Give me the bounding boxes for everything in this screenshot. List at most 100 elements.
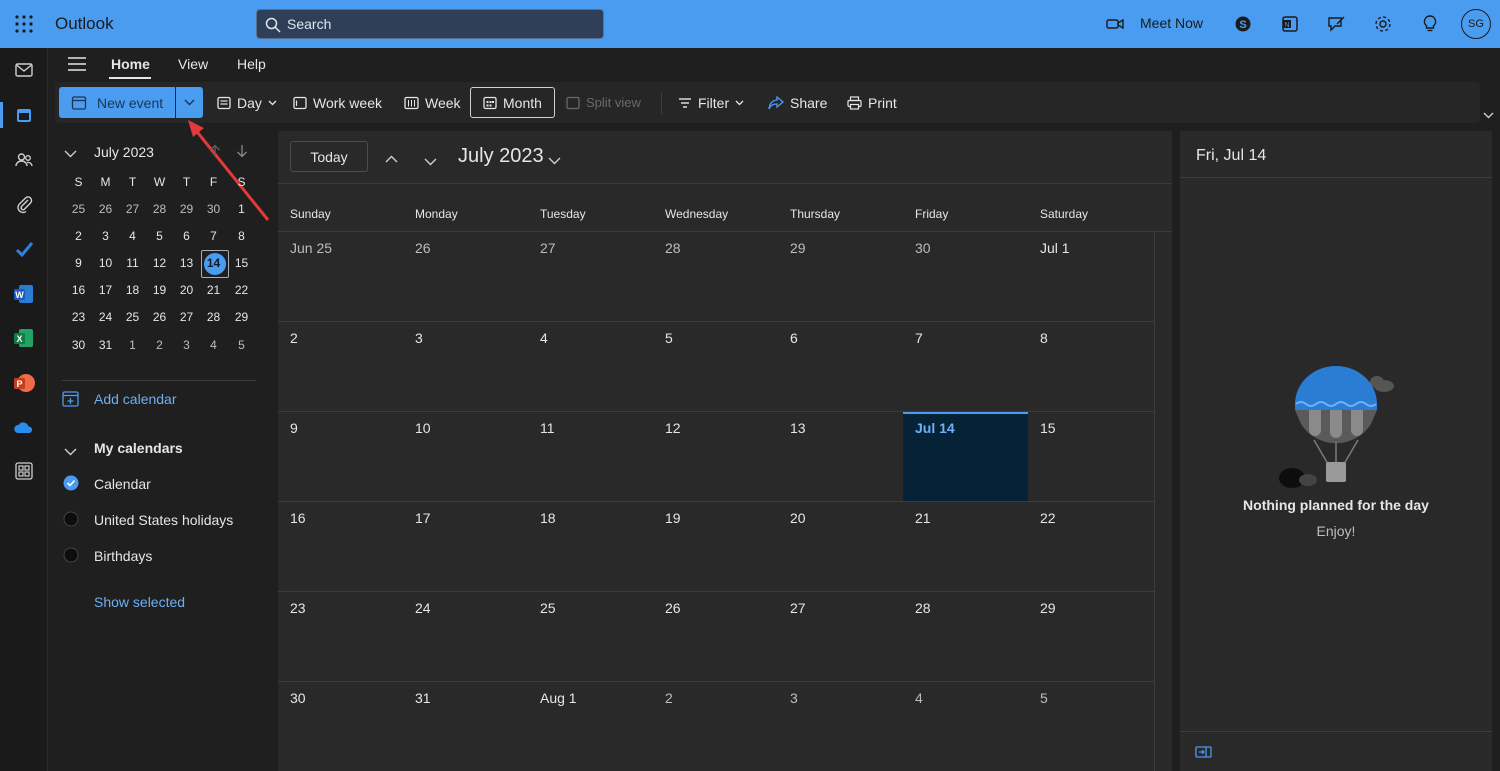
month-title[interactable]: July 2023 xyxy=(458,145,544,168)
mini-calendar-day[interactable]: 25 xyxy=(65,196,92,223)
add-calendar-icon[interactable] xyxy=(62,390,79,412)
add-calendar-link[interactable]: Add calendar xyxy=(94,391,177,407)
mini-calendar-day[interactable]: 29 xyxy=(173,196,200,223)
calendar-unchecked-icon[interactable] xyxy=(63,511,79,532)
mini-calendar-day[interactable]: 10 xyxy=(92,250,119,277)
avatar[interactable]: SG xyxy=(1461,9,1491,39)
day-cell-number[interactable]: Jun 25 xyxy=(290,240,332,256)
mini-calendar-day[interactable]: 2 xyxy=(146,332,173,359)
mini-calendar-day[interactable]: 1 xyxy=(119,332,146,359)
day-cell-number[interactable]: 29 xyxy=(1040,600,1056,616)
day-cell-number[interactable]: 28 xyxy=(915,600,931,616)
mini-calendar-day[interactable]: 4 xyxy=(119,223,146,250)
mini-calendar-day[interactable]: 30 xyxy=(200,196,227,223)
day-cell-number[interactable]: 5 xyxy=(1040,690,1048,706)
day-cell-number[interactable]: 20 xyxy=(790,510,806,526)
meet-now-button[interactable]: Meet Now xyxy=(1140,15,1203,31)
mini-calendar-day[interactable]: 27 xyxy=(173,304,200,331)
next-month-icon[interactable] xyxy=(424,153,437,171)
mini-calendar-day[interactable]: 25 xyxy=(119,304,146,331)
calendar-item-us-holidays[interactable]: United States holidays xyxy=(94,512,233,528)
app-launcher-icon[interactable] xyxy=(14,14,34,34)
day-cell-number[interactable]: 23 xyxy=(290,600,306,616)
day-cell-number[interactable]: 3 xyxy=(790,690,798,706)
mini-calendar-day[interactable]: 4 xyxy=(200,332,227,359)
show-selected-link[interactable]: Show selected xyxy=(94,594,185,610)
work-week-view-button[interactable]: Work week xyxy=(293,95,382,111)
tab-view[interactable]: View xyxy=(178,56,208,72)
day-cell-number[interactable]: 26 xyxy=(665,600,681,616)
more-apps-icon[interactable] xyxy=(12,459,36,483)
mini-calendar-day[interactable]: 3 xyxy=(92,223,119,250)
mini-calendar-day[interactable]: 26 xyxy=(146,304,173,331)
day-cell-number[interactable]: Jul 1 xyxy=(1040,240,1070,256)
day-cell-number[interactable]: 2 xyxy=(665,690,673,706)
feedback-icon[interactable] xyxy=(1326,14,1346,34)
mini-calendar-day[interactable]: 14 xyxy=(200,250,227,277)
powerpoint-icon[interactable]: P xyxy=(12,371,36,395)
mini-calendar-day[interactable]: 5 xyxy=(228,332,255,359)
mini-calendar-day[interactable]: 19 xyxy=(146,277,173,304)
mini-calendar-day[interactable]: 28 xyxy=(146,196,173,223)
new-event-button[interactable]: New event xyxy=(59,87,175,118)
mini-calendar-day[interactable]: 29 xyxy=(228,304,255,331)
onenote-icon[interactable]: N xyxy=(1280,14,1300,34)
split-view-button[interactable]: Split view xyxy=(566,95,641,110)
lightbulb-icon[interactable] xyxy=(1420,14,1440,34)
day-cell-number[interactable]: 10 xyxy=(415,420,431,436)
mini-calendar-day[interactable]: 18 xyxy=(119,277,146,304)
people-icon[interactable] xyxy=(12,148,36,172)
day-cell-number[interactable]: 22 xyxy=(1040,510,1056,526)
day-cell-number[interactable]: 9 xyxy=(290,420,298,436)
calendar-item-calendar[interactable]: Calendar xyxy=(94,476,151,492)
today-button[interactable]: Today xyxy=(290,141,368,172)
day-cell-number[interactable]: Jul 14 xyxy=(915,420,955,436)
day-cell-number[interactable]: 2 xyxy=(290,330,298,346)
print-button[interactable]: Print xyxy=(847,95,897,111)
mini-calendar-day[interactable]: 9 xyxy=(65,250,92,277)
skype-icon[interactable]: S xyxy=(1233,14,1253,34)
mini-calendar-day[interactable]: 22 xyxy=(228,277,255,304)
filter-button[interactable]: Filter xyxy=(678,95,744,111)
day-cell-number[interactable]: 5 xyxy=(665,330,673,346)
month-picker-chevron-down-icon[interactable] xyxy=(548,152,561,170)
mini-calendar-day[interactable]: 1 xyxy=(228,196,255,223)
mini-calendar-day[interactable]: 13 xyxy=(173,250,200,277)
mini-calendar-day[interactable]: 7 xyxy=(200,223,227,250)
day-cell-number[interactable]: 16 xyxy=(290,510,306,526)
day-cell-number[interactable]: 27 xyxy=(790,600,806,616)
excel-icon[interactable]: X xyxy=(12,326,36,350)
day-cell-number[interactable]: Aug 1 xyxy=(540,690,577,706)
day-cell-number[interactable]: 24 xyxy=(415,600,431,616)
mini-calendar-collapse-icon[interactable] xyxy=(64,145,77,163)
mini-calendar-day[interactable]: 5 xyxy=(146,223,173,250)
day-cell-number[interactable]: 21 xyxy=(915,510,931,526)
mini-calendar-day[interactable]: 12 xyxy=(146,250,173,277)
mini-calendar-day[interactable]: 21 xyxy=(200,277,227,304)
tab-help[interactable]: Help xyxy=(237,56,266,72)
day-cell-number[interactable]: 30 xyxy=(290,690,306,706)
month-view-button[interactable]: Month xyxy=(470,87,555,118)
day-cell-number[interactable]: 4 xyxy=(540,330,548,346)
day-cell-number[interactable]: 31 xyxy=(415,690,431,706)
hamburger-menu-icon[interactable] xyxy=(67,56,87,72)
mini-calendar-day[interactable]: 30 xyxy=(65,332,92,359)
mini-calendar-day[interactable]: 16 xyxy=(65,277,92,304)
search-input[interactable]: Search xyxy=(256,9,604,39)
day-cell-number[interactable]: 13 xyxy=(790,420,806,436)
ribbon-expand-icon[interactable] xyxy=(1483,106,1494,124)
day-cell-number[interactable]: 11 xyxy=(540,420,555,436)
mini-calendar-day[interactable]: 24 xyxy=(92,304,119,331)
day-cell-number[interactable]: 28 xyxy=(665,240,681,256)
mini-calendar-day[interactable]: 8 xyxy=(228,223,255,250)
day-cell-number[interactable]: 18 xyxy=(540,510,556,526)
day-cell-number[interactable]: 3 xyxy=(415,330,423,346)
day-cell-number[interactable]: 15 xyxy=(1040,420,1056,436)
collapse-pane-icon[interactable] xyxy=(1195,745,1212,763)
day-view-button[interactable]: Day xyxy=(217,95,277,111)
mini-calendar-day[interactable]: 27 xyxy=(119,196,146,223)
day-cell-number[interactable]: 17 xyxy=(415,510,431,526)
todo-icon[interactable] xyxy=(12,237,36,261)
mini-calendar-day[interactable]: 15 xyxy=(228,250,255,277)
mini-calendar-prev-icon[interactable] xyxy=(209,144,221,163)
